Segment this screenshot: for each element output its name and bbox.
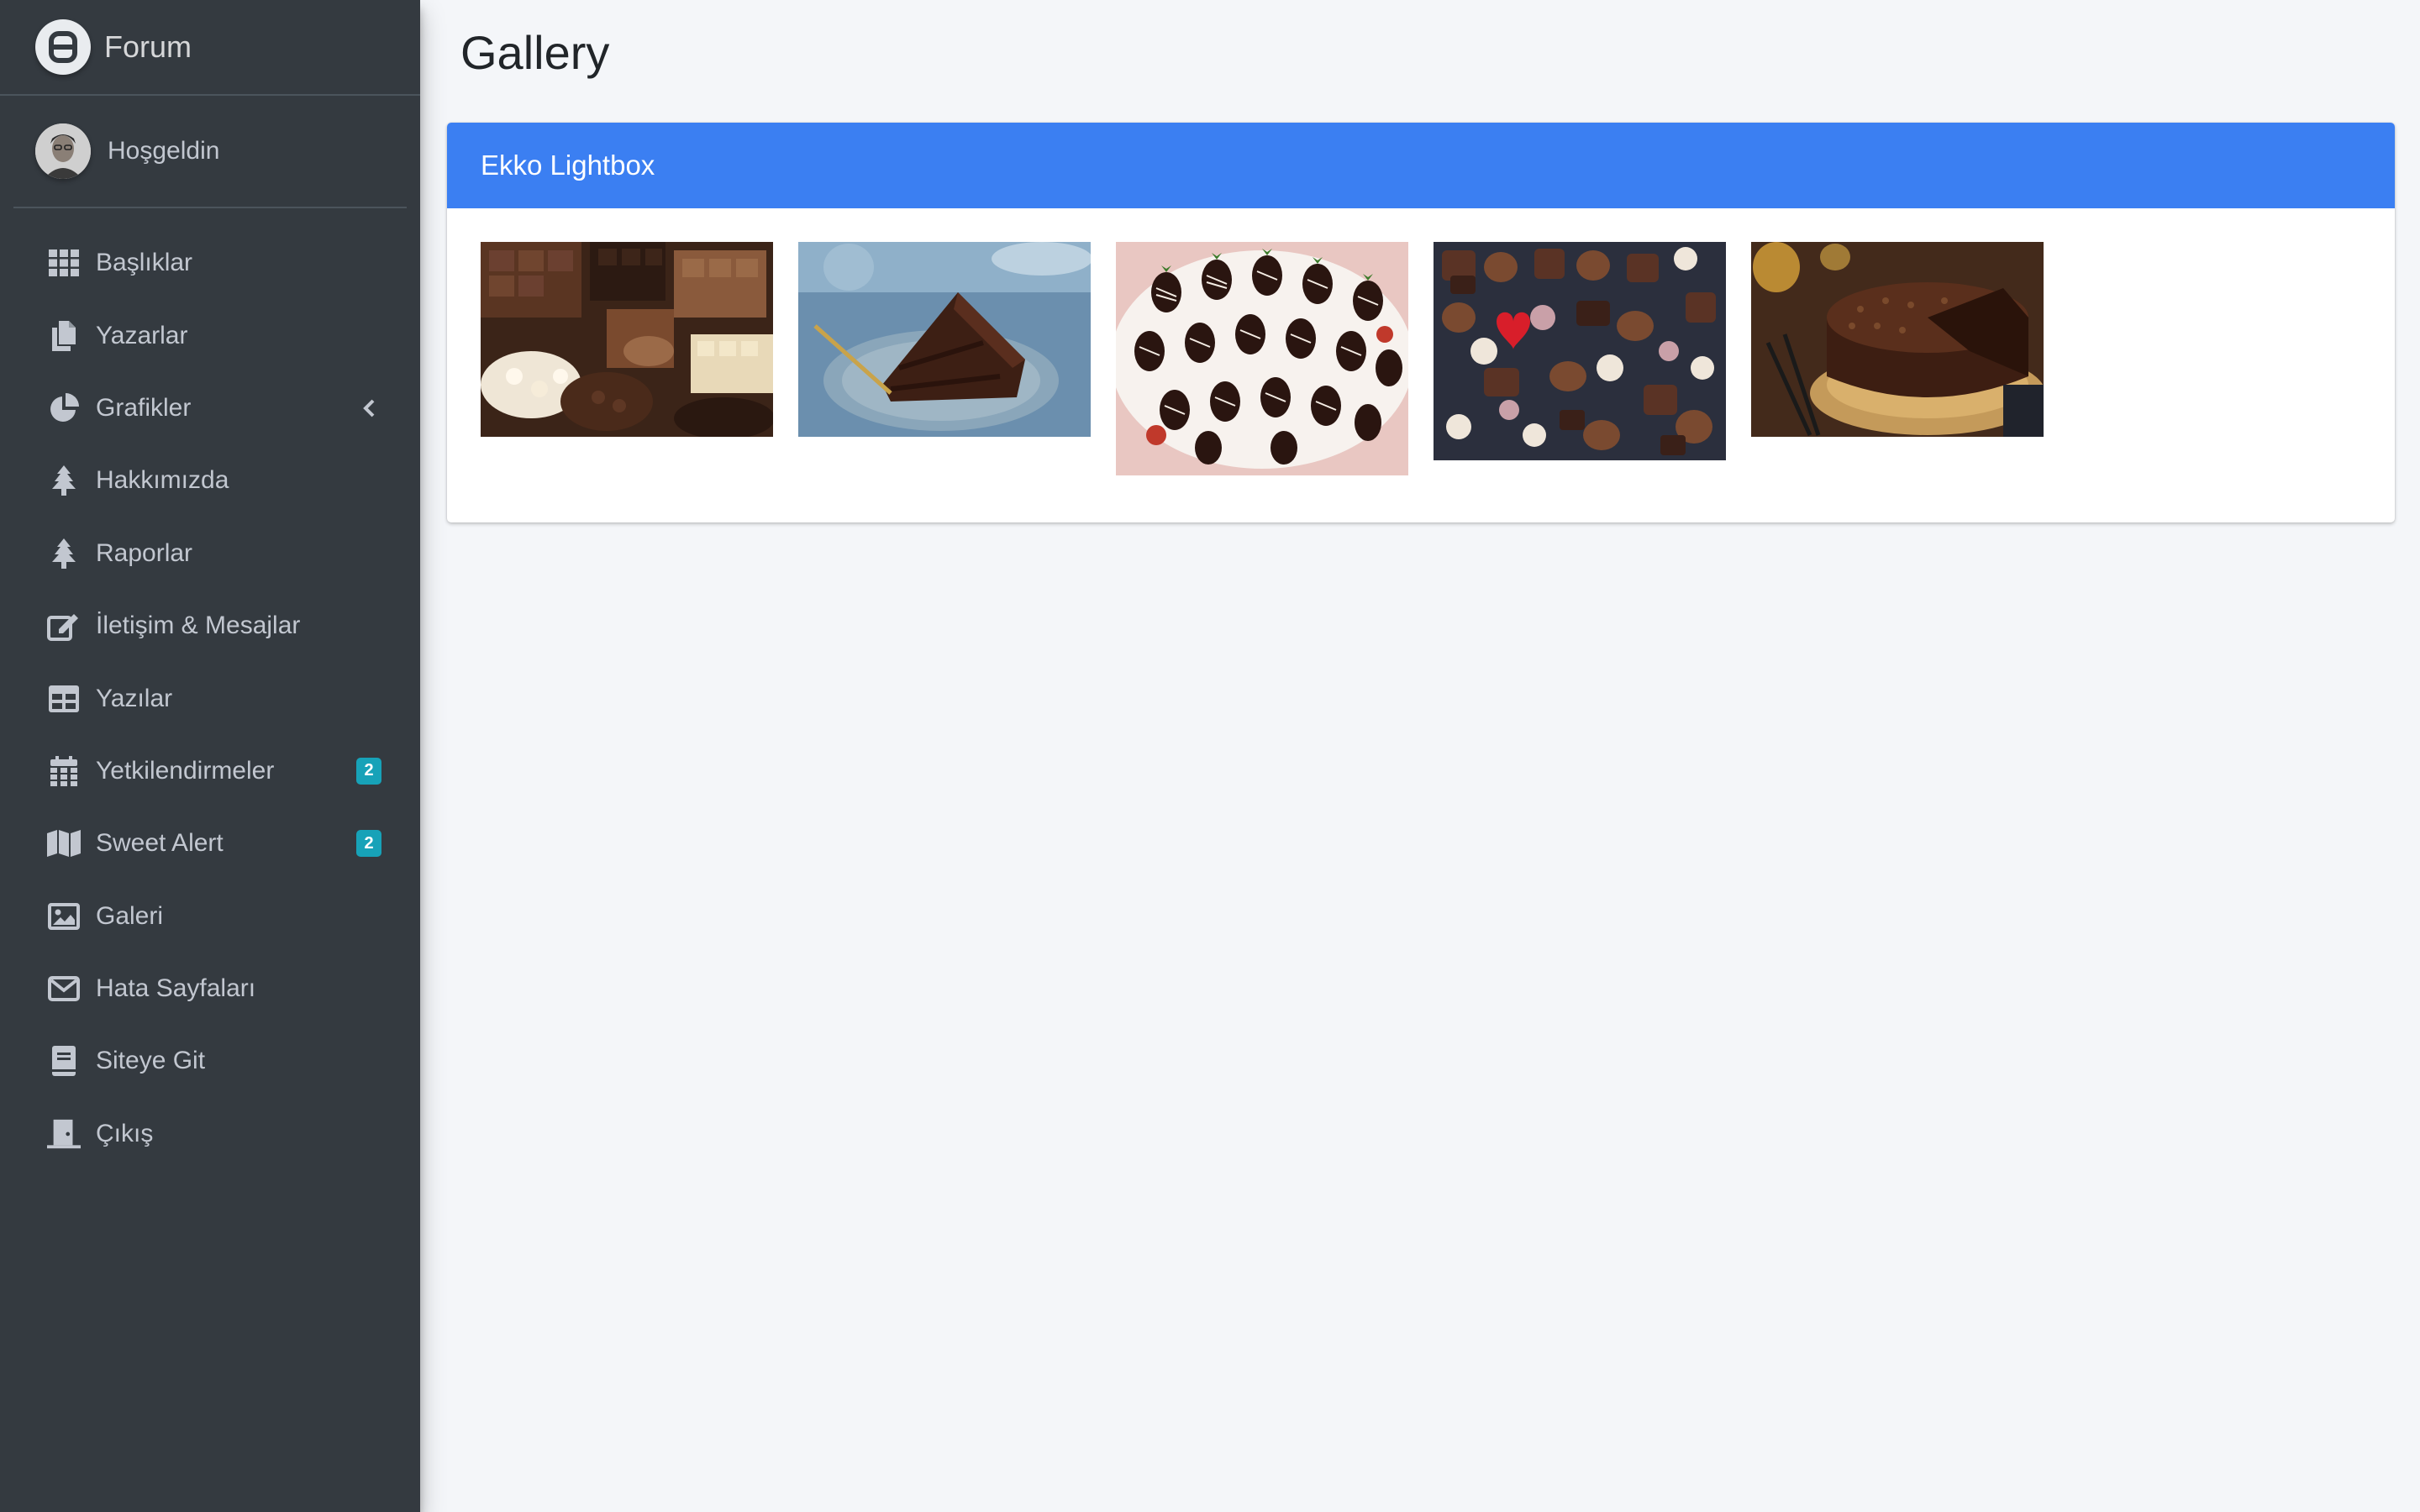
sidebar-item-label: Raporlar	[96, 538, 193, 567]
chocolate-cake-slice-image[interactable]	[798, 242, 1091, 437]
door-icon	[47, 1117, 81, 1151]
sidebar-item-basliklar[interactable]: Başlıklar	[0, 227, 420, 299]
sidebar-item-cikis[interactable]: Çıkış	[0, 1098, 420, 1170]
sidebar-item-label: Sweet Alert	[96, 829, 224, 858]
sidebar-item-yazarlar[interactable]: Yazarlar	[0, 299, 420, 371]
sidebar-nav: Başlıklar Yazarlar Grafikler Hakkımızda …	[0, 227, 420, 1170]
sidebar-item-siteye-git[interactable]: Siteye Git	[0, 1025, 420, 1097]
brand-link[interactable]: Forum	[0, 0, 420, 96]
gallery-grid	[447, 208, 2395, 522]
tree-icon	[47, 464, 81, 497]
assorted-chocolates-image[interactable]	[1434, 242, 1726, 460]
tree-icon	[47, 537, 81, 570]
sidebar-item-iletisim-mesajlar[interactable]: İletişim & Mesajlar	[0, 590, 420, 662]
envelope-icon	[47, 972, 81, 1005]
sidebar-item-sweet-alert[interactable]: Sweet Alert 2	[0, 807, 420, 879]
grid-icon	[47, 246, 81, 280]
sidebar-item-label: Yazarlar	[96, 321, 188, 349]
sidebar-item-raporlar[interactable]: Raporlar	[0, 517, 420, 590]
chocolate-cake-image[interactable]	[1751, 242, 2044, 437]
notification-badge: 2	[356, 830, 381, 858]
sidebar-item-hata-sayfalari[interactable]: Hata Sayfaları	[0, 953, 420, 1025]
sidebar-item-label: Hakkımızda	[96, 466, 229, 495]
sidebar-item-label: Yetkilendirmeler	[96, 756, 275, 785]
book-icon	[47, 1044, 81, 1078]
content-wrapper: Gallery Ekko Lightbox	[420, 0, 2420, 1512]
sidebar-item-galeri[interactable]: Galeri	[0, 880, 420, 953]
sidebar-item-label: Grafikler	[96, 393, 192, 422]
card-header: Ekko Lightbox	[447, 123, 2395, 208]
sidebar-item-grafikler[interactable]: Grafikler	[0, 372, 420, 444]
main-sidebar: Forum Hoşgeldin Başlıklar Yazarlar Grafi…	[0, 0, 420, 1512]
sidebar-item-hakkimizda[interactable]: Hakkımızda	[0, 444, 420, 517]
calendar-icon	[47, 754, 81, 788]
sidebar-item-label: Yazılar	[96, 684, 173, 712]
user-greeting: Hoşgeldin	[108, 137, 220, 165]
edit-icon	[47, 609, 81, 643]
notification-badge: 2	[356, 757, 381, 785]
sidebar-item-label: Çıkış	[96, 1119, 154, 1147]
sidebar-item-label: Galeri	[96, 901, 164, 930]
gallery-card: Ekko Lightbox	[447, 123, 2395, 522]
forum-logo-icon	[35, 19, 91, 75]
user-panel[interactable]: Hoşgeldin	[13, 96, 407, 208]
sidebar-item-label: Siteye Git	[96, 1047, 206, 1075]
card-title: Ekko Lightbox	[481, 150, 655, 181]
avatar	[35, 123, 91, 179]
chocolate-strawberries-image[interactable]	[1116, 242, 1408, 475]
sidebar-item-label: Hata Sayfaları	[96, 974, 256, 1003]
sidebar-item-yetkilendirmeler[interactable]: Yetkilendirmeler 2	[0, 735, 420, 807]
page-title: Gallery	[460, 26, 610, 79]
chevron-left-icon[interactable]	[356, 396, 381, 421]
sidebar-item-label: İletişim & Mesajlar	[96, 612, 301, 640]
table-icon	[47, 682, 81, 716]
pie-chart-icon	[47, 391, 81, 425]
sidebar-item-yazilar[interactable]: Yazılar	[0, 662, 420, 734]
image-icon	[47, 900, 81, 933]
brand-name: Forum	[104, 29, 192, 64]
map-icon	[47, 827, 81, 860]
sidebar-item-label: Başlıklar	[96, 249, 193, 277]
copy-icon	[47, 319, 81, 353]
chocolate-bars-image[interactable]	[481, 242, 773, 437]
